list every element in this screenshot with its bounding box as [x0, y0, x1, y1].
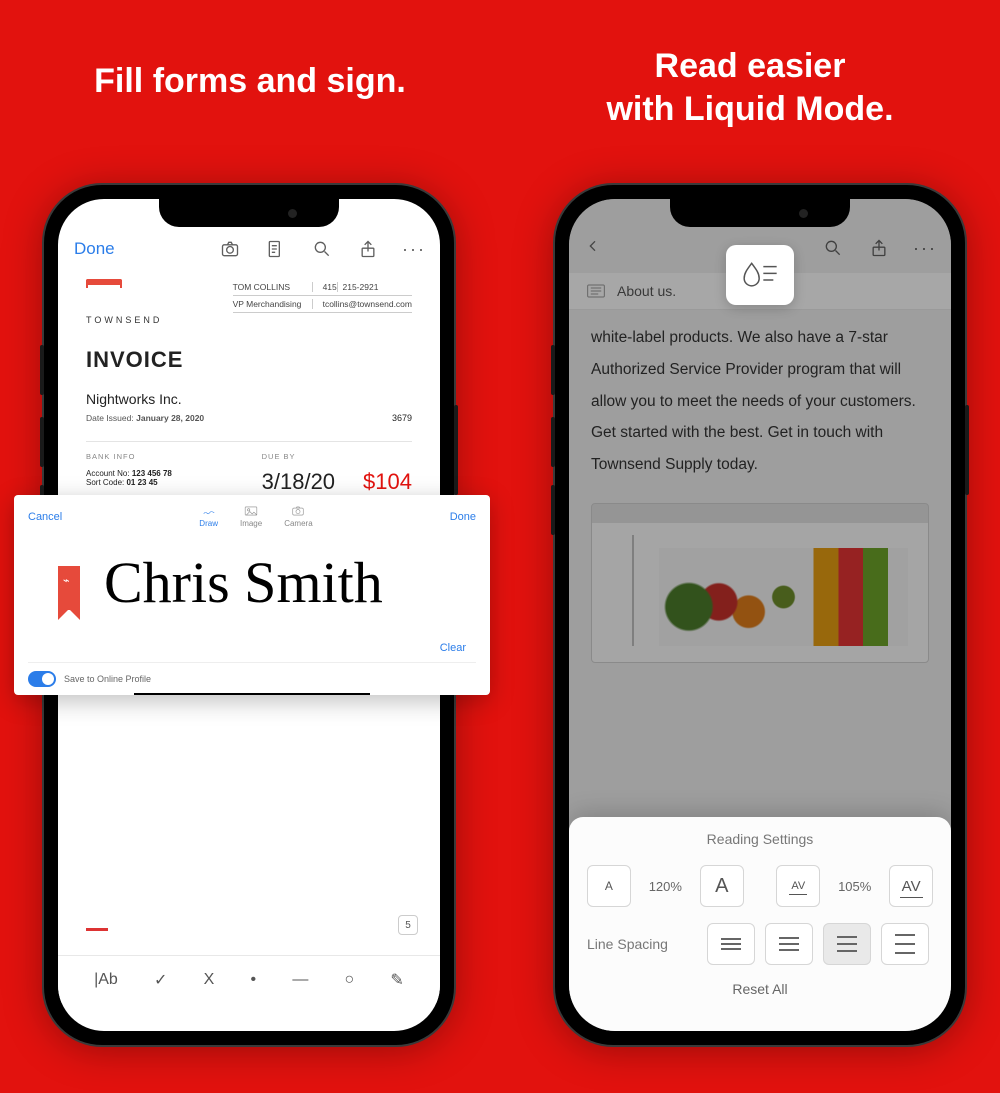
- check-tool[interactable]: ✓: [154, 970, 167, 990]
- dash-tool[interactable]: —: [292, 971, 308, 989]
- accent-bar: [86, 928, 108, 931]
- cross-tool[interactable]: X: [204, 971, 215, 989]
- section-title: About us.: [617, 283, 676, 299]
- circle-tool[interactable]: ○: [345, 971, 355, 989]
- reset-all-button[interactable]: Reset All: [587, 981, 933, 997]
- invoice-title: INVOICE: [86, 347, 412, 373]
- line-spacing-label: Line Spacing: [587, 936, 697, 952]
- search-icon[interactable]: [823, 238, 843, 258]
- char-spacing-value: 105%: [830, 879, 879, 894]
- logo-name: TOWNSEND: [86, 315, 162, 325]
- line-spacing-4[interactable]: [881, 923, 929, 965]
- reading-settings-sheet: Reading Settings A 120% A AV 105% AV Lin…: [569, 817, 951, 1031]
- char-spacing-decrease[interactable]: AV: [776, 865, 820, 907]
- due-by-label: DUE BY: [262, 452, 335, 461]
- signature-canvas[interactable]: ⌁ Chris Smith: [28, 528, 476, 638]
- phone-right: ··· About us. white-label products. We a…: [555, 185, 965, 1045]
- headline-right: Read easier with Liquid Mode.: [530, 45, 970, 130]
- share-icon[interactable]: [358, 239, 378, 259]
- char-spacing-increase[interactable]: AV: [889, 865, 933, 907]
- invoice-ref: 3679: [392, 413, 412, 423]
- camera-icon[interactable]: [220, 239, 240, 259]
- tab-draw[interactable]: Draw: [199, 505, 218, 528]
- adobe-bookmark-icon: ⌁: [58, 566, 80, 610]
- back-button[interactable]: [585, 238, 601, 259]
- share-icon[interactable]: [869, 238, 889, 258]
- liquid-mode-button[interactable]: [726, 245, 794, 305]
- tab-camera[interactable]: Camera: [284, 505, 312, 528]
- fridge-image: [591, 503, 929, 663]
- bank-info-label: BANK INFO: [86, 452, 234, 461]
- due-by-date: 3/18/20: [262, 469, 335, 495]
- signature-clear-button[interactable]: Clear: [28, 638, 476, 662]
- notch: [670, 199, 850, 227]
- invoice-amount: $104: [363, 469, 412, 495]
- font-size-increase[interactable]: A: [700, 865, 744, 907]
- tab-image[interactable]: Image: [240, 505, 262, 528]
- signature-done-button[interactable]: Done: [450, 511, 476, 523]
- save-profile-toggle[interactable]: [28, 671, 56, 687]
- line-spacing-3[interactable]: [823, 923, 871, 965]
- line-spacing-2[interactable]: [765, 923, 813, 965]
- notch: [159, 199, 339, 227]
- font-size-value: 120%: [641, 879, 690, 894]
- article-body: white-label products. We also have a 7-s…: [569, 322, 951, 481]
- signature-stroke: Chris Smith: [104, 557, 383, 609]
- screen-right: ··· About us. white-label products. We a…: [569, 199, 951, 1031]
- client-name: Nightworks Inc.: [86, 391, 412, 407]
- page-number-badge[interactable]: 5: [398, 915, 418, 935]
- text-tool[interactable]: |Ab: [94, 971, 118, 989]
- headline-left: Fill forms and sign.: [30, 60, 470, 103]
- signature-tool[interactable]: ✎: [390, 970, 403, 990]
- search-icon[interactable]: [312, 239, 332, 259]
- signature-cancel-button[interactable]: Cancel: [28, 511, 62, 523]
- line-spacing-1[interactable]: [707, 923, 755, 965]
- done-button[interactable]: Done: [74, 239, 115, 259]
- phone-left: Done ··· TOWNSEND TOM COLLINS415 215-292…: [44, 185, 454, 1045]
- signature-panel: Cancel Draw Image Camera Done ⌁ Chris Sm…: [14, 495, 490, 695]
- townsend-logo-icon: [86, 279, 122, 309]
- more-icon[interactable]: ···: [404, 239, 424, 259]
- font-size-decrease[interactable]: A: [587, 865, 631, 907]
- liquid-mode-icon[interactable]: [266, 239, 286, 259]
- fill-sign-toolbar: |Ab ✓ X • — ○ ✎: [58, 955, 440, 1003]
- dot-tool[interactable]: •: [251, 971, 257, 989]
- contact-block: TOM COLLINS415 215-2921 VP Merchandising…: [233, 279, 412, 325]
- sheet-title: Reading Settings: [587, 831, 933, 847]
- more-icon[interactable]: ···: [915, 238, 935, 258]
- save-profile-label: Save to Online Profile: [64, 674, 151, 684]
